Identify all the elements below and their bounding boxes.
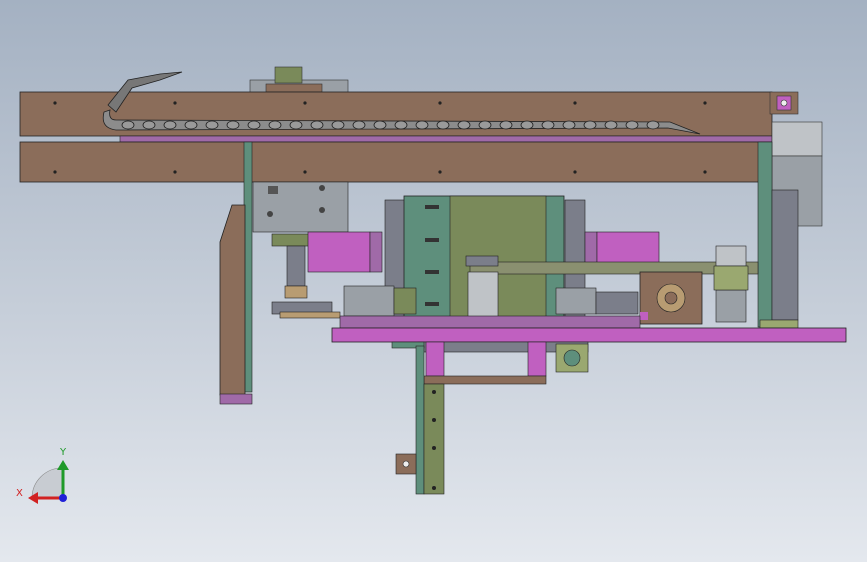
chain-link: [520, 120, 534, 130]
x-axis-label: X: [16, 488, 23, 499]
base-plate: [331, 327, 847, 343]
coordinate-triad[interactable]: Y X: [16, 447, 69, 504]
chain-link: [478, 120, 492, 130]
chain-link: [163, 120, 177, 130]
assembly-drawing: Y X: [16, 66, 847, 504]
chain-link: [184, 120, 198, 130]
chain-link: [394, 120, 408, 130]
z-axis-dot: [59, 494, 67, 502]
chain-link: [331, 120, 345, 130]
chain-link: [457, 120, 471, 130]
right-brackets: [713, 245, 749, 323]
chain-link: [205, 120, 219, 130]
chain-link: [604, 120, 618, 130]
cad-viewport[interactable]: Y X: [0, 0, 867, 562]
lower-beam: [19, 141, 773, 183]
chain-link: [142, 120, 156, 130]
chain-link: [373, 120, 387, 130]
chain-link: [562, 120, 576, 130]
upper-beam: [19, 91, 773, 143]
chain-link: [268, 120, 282, 130]
chain-link: [310, 120, 324, 130]
chain-link: [625, 120, 639, 130]
gearbox: [639, 271, 703, 325]
top-motor: [249, 66, 349, 95]
chain-link: [226, 120, 240, 130]
lower-bracket: [417, 341, 589, 385]
carriage-plate: [252, 181, 349, 233]
chain-link: [499, 120, 513, 130]
chain-link: [646, 120, 660, 130]
chain-link: [121, 120, 135, 130]
chain-link: [247, 120, 261, 130]
y-axis-label: Y: [59, 447, 67, 458]
chain-link: [541, 120, 555, 130]
chain-link: [583, 120, 597, 130]
chain-link: [289, 120, 303, 130]
chain-link: [415, 120, 429, 130]
chain-link: [436, 120, 450, 130]
y-axis-head: [57, 460, 69, 470]
chain-link: [352, 120, 366, 130]
